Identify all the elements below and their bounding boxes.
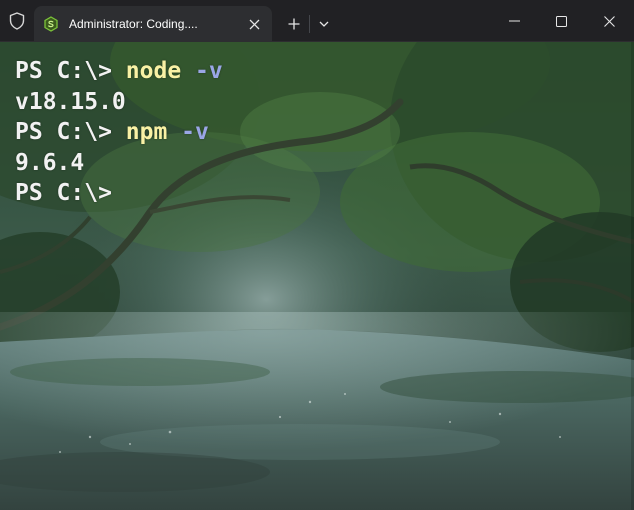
tab-dropdown-button[interactable] [314, 13, 334, 35]
plus-icon [288, 18, 300, 30]
terminal-line[interactable]: PS C:\> [15, 178, 624, 209]
terminal-window: Administrator: Coding.... PS C:\> node -… [0, 0, 634, 510]
node-icon [43, 16, 59, 32]
command: node [125, 58, 182, 84]
title-bar[interactable]: Administrator: Coding.... [0, 0, 634, 42]
command-flag: -v [167, 119, 209, 145]
tab-separator [309, 15, 310, 33]
prompt: PS C:\> [15, 119, 126, 145]
prompt: PS C:\> [15, 58, 126, 84]
command: npm [125, 119, 168, 145]
minimize-icon [508, 20, 520, 22]
terminal-output: PS C:\> node -v v18.15.0 PS C:\> npm -v … [15, 56, 624, 209]
close-icon [249, 19, 259, 29]
command-flag: -v [181, 58, 223, 84]
output: 9.6.4 [15, 149, 85, 176]
new-tab-button[interactable] [283, 13, 305, 35]
tab-close-button[interactable] [244, 14, 264, 34]
terminal-line: v18.15.0 [15, 87, 624, 118]
chevron-down-icon [319, 21, 329, 27]
shield-icon [7, 11, 27, 31]
terminal-pane[interactable]: PS C:\> node -v v18.15.0 PS C:\> npm -v … [0, 42, 634, 510]
window-close-icon [603, 15, 615, 27]
terminal-line: PS C:\> node -v [15, 56, 624, 87]
maximize-icon [555, 15, 567, 27]
terminal-line: PS C:\> npm -v [15, 117, 624, 148]
maximize-button[interactable] [538, 0, 584, 42]
tab-administrator[interactable]: Administrator: Coding.... [34, 6, 272, 42]
window-close-button[interactable] [586, 0, 632, 42]
terminal-line: 9.6.4 [15, 148, 624, 179]
tab-title: Administrator: Coding.... [69, 17, 198, 31]
output: v18.15.0 [15, 88, 126, 115]
minimize-button[interactable] [491, 0, 537, 42]
prompt: PS C:\> [15, 180, 126, 206]
